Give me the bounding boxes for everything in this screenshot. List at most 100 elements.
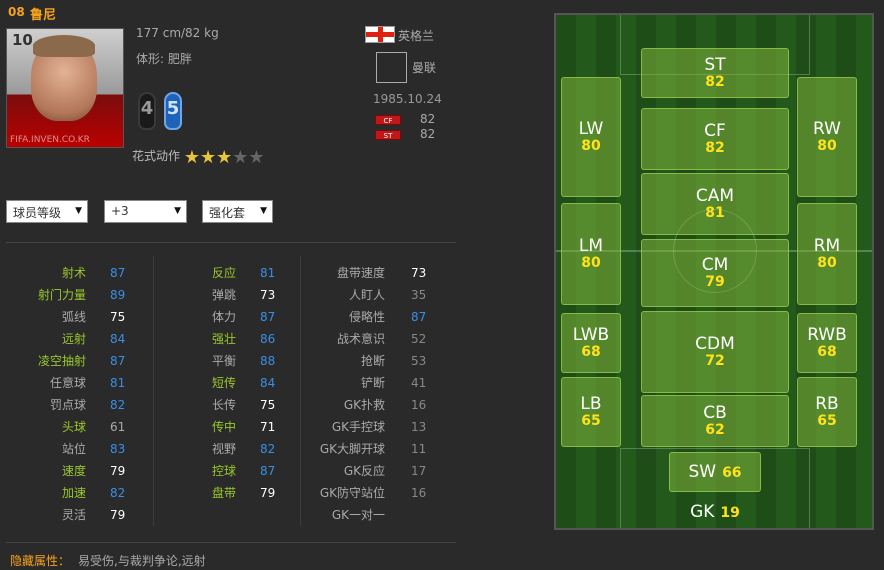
position-badge-cf: CF [375,115,401,125]
position-rating: 68 [817,344,837,360]
star-icon: ★ [216,147,233,168]
date-of-birth: 1985.10.24 [373,92,442,106]
divider [6,242,456,243]
position-zone-cb: CB 62 [641,395,789,447]
stat-label: GK大脚开球 [319,442,385,456]
stat-label: 人盯人 [348,288,385,302]
stat-label: 战术意识 [336,332,385,346]
player-hair [33,35,95,57]
stat-label: 盘带速度 [336,266,385,280]
stat-value: 81 [110,376,126,390]
nationality: 英格兰 [398,29,435,43]
divider [6,542,456,543]
stat-value: 82 [260,442,276,456]
position-name: CDM [695,334,735,354]
height-weight: 177 cm/82 kg [136,26,219,40]
player-name: 鲁尼 [30,8,57,23]
position-badge-st: ST [375,130,401,140]
stat-value: 87 [260,464,276,478]
position-zone-rb: RB 65 [797,377,857,447]
position-pitch: ST 82 LW 80 CF 82 RW 80 CAM 81 LM 80 CM 79 RM 80 LWB 68 CD… [554,13,874,530]
position-name: LW [578,119,604,139]
stat-label: 射术 [61,266,86,280]
position-name: LB [580,394,602,414]
stat-label: GK反应 [343,464,385,478]
position-zone-cm: CM 79 [641,239,789,307]
position-zone-st: ST 82 [641,48,789,98]
stat-label: 弧线 [61,310,86,324]
position-name: RB [815,394,839,414]
position-rating: 72 [705,353,725,369]
position-name: GK [690,502,715,522]
skill-stars: ★★★★★ [184,147,265,168]
position-rating: 80 [817,255,837,271]
stat-label: 灵活 [61,508,86,522]
position-rating: 65 [817,413,837,429]
position-zone-rwb: RWB 68 [797,313,857,373]
position-rating: 19 [720,505,740,521]
hidden-traits: 隐藏属性： 易受伤,与裁判争论,远射 [6,542,456,570]
position-rating: 68 [581,344,601,360]
stat-value: 52 [411,332,427,346]
position-rating: 81 [705,205,725,221]
position-rating: 80 [817,138,837,154]
photo-watermark: FIFA.INVEN.CO.KR [10,135,90,145]
hidden-traits-value: 易受伤,与裁判争论,远射 [78,554,206,568]
position-zone-gk: GK 19 [669,497,761,527]
position-name: CF [704,121,726,141]
stat-value: 84 [260,376,276,390]
player-level-select[interactable]: 球员等级 ▼ [6,200,88,223]
upgrade-level-select[interactable]: +3 ▼ [104,200,187,223]
stat-value: 79 [110,464,126,478]
stat-value: 79 [110,508,126,522]
england-flag-icon [365,26,395,43]
stat-value: 71 [260,420,276,434]
position-zone-cf: CF 82 [641,108,789,170]
position-rating: 80 [581,138,601,154]
position-zone-sw: SW 66 [669,452,761,492]
jersey-number: 10 [12,31,33,49]
skill-moves: 花式动作 ★★★★★ [132,147,265,168]
stat-label: 体力 [211,310,236,324]
position-name: ST [704,55,726,75]
position-name: RM [813,236,841,256]
stat-value: 41 [411,376,427,390]
stat-value: 16 [411,486,427,500]
stat-value: 81 [260,266,276,280]
stat-value: 13 [411,420,427,434]
stat-label: 罚点球 [49,398,86,412]
stat-value: 84 [110,332,126,346]
star-icon: ★ [232,147,249,168]
stat-label: 射门力量 [37,288,86,302]
stat-label: 视野 [211,442,236,456]
position-zone-cam: CAM 81 [641,173,789,235]
enhance-set-select[interactable]: 强化套 ▼ [202,200,273,223]
player-photo: 10 FIFA.INVEN.CO.KR [6,28,124,148]
stat-value: 11 [411,442,427,456]
dropdown-arrow-icon: ▼ [174,206,181,216]
position-name: LM [578,236,604,256]
position-rating: 82 [705,74,725,90]
stat-label: 平衡 [211,354,236,368]
stat-value: 87 [110,266,126,280]
stat-value: 88 [260,354,276,368]
stat-value: 16 [411,398,427,412]
stat-label: 反应 [211,266,236,280]
position-rating: 66 [722,465,742,481]
stat-value: 87 [411,310,427,324]
dropdown-arrow-icon: ▼ [75,206,82,216]
stat-label: 长传 [211,398,236,412]
stat-value: 75 [260,398,276,412]
left-foot-icon: 4 [138,92,156,130]
stat-label: 传中 [211,420,236,434]
stat-value: 82 [110,486,126,500]
position-zone-rw: RW 80 [797,77,857,197]
star-icon: ★ [248,147,265,168]
stat-label: 短传 [211,376,236,390]
stat-value: 79 [260,486,276,500]
stat-label: 弹跳 [211,288,236,302]
position-zone-cdm: CDM 72 [641,311,789,393]
upgrade-level-value: +3 [111,204,129,218]
stat-label: 任意球 [49,376,86,390]
position-rating: 62 [705,422,725,438]
